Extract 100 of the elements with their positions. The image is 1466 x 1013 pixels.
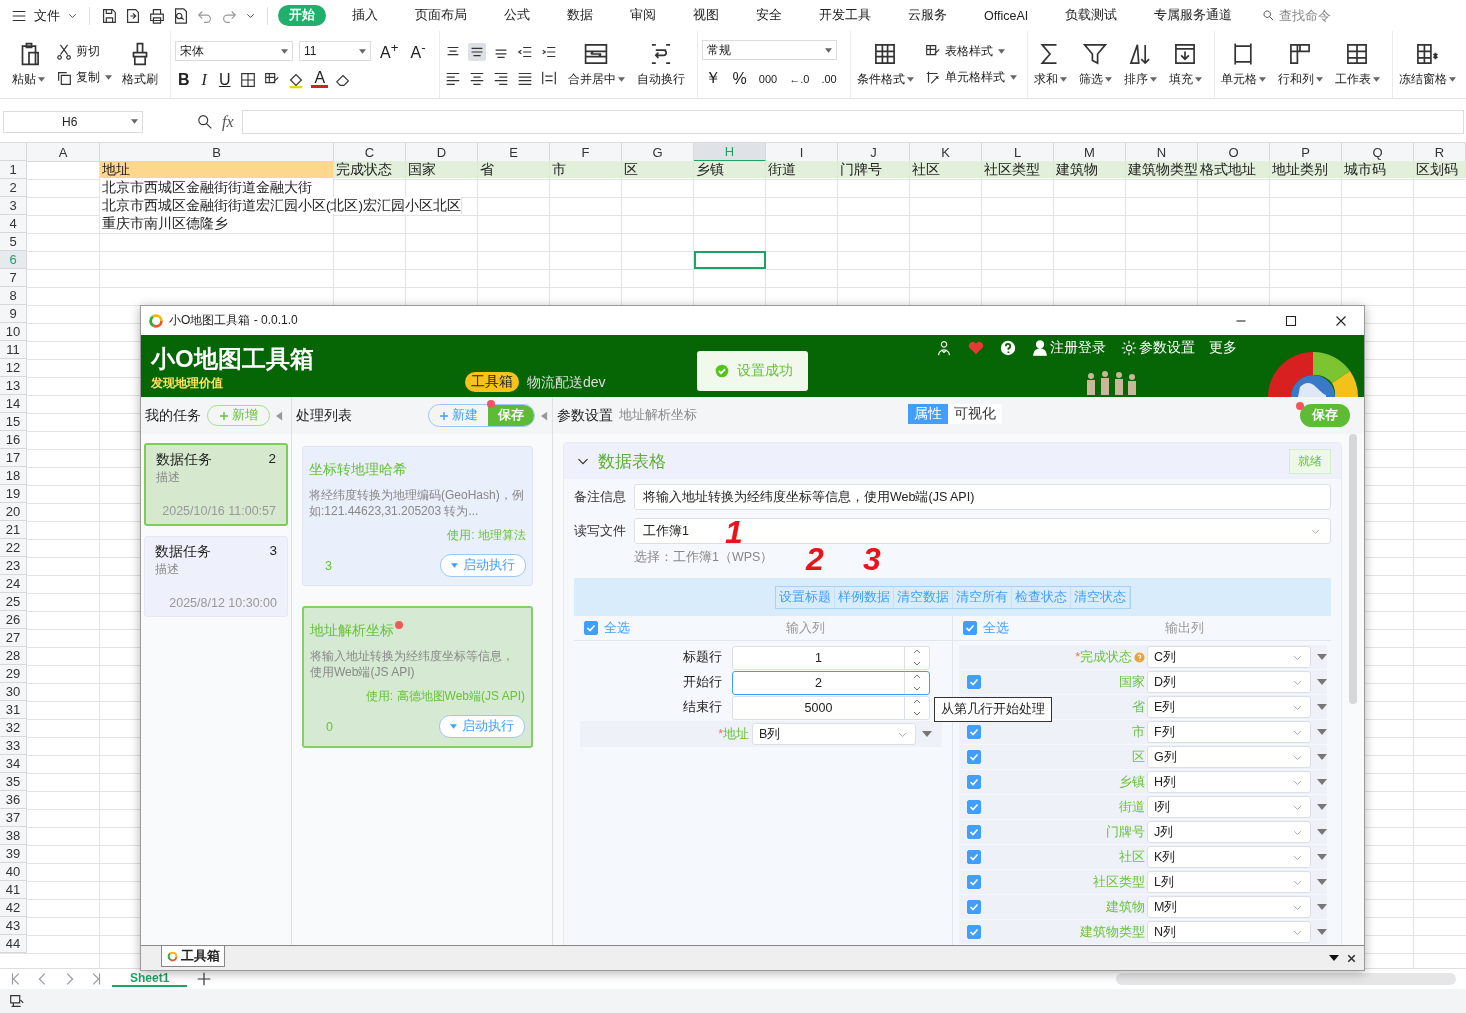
column-select[interactable]: D列	[1147, 671, 1311, 693]
column-select[interactable]: G列	[1147, 746, 1311, 768]
bold-button[interactable]: B	[175, 70, 193, 89]
ribbon-tab[interactable]: 云服务	[897, 5, 958, 26]
row-header[interactable]: 20	[0, 503, 27, 521]
help-icon[interactable]	[999, 339, 1017, 357]
row-header[interactable]: 2	[0, 179, 27, 197]
row-header[interactable]: 38	[0, 827, 27, 845]
filter-button[interactable]: 筛选	[1076, 39, 1114, 90]
caret-icon[interactable]	[105, 75, 112, 80]
row-header[interactable]: 5	[0, 233, 27, 251]
merge-center-button[interactable]: 合并居中	[565, 39, 627, 90]
column-select[interactable]: K列	[1147, 846, 1311, 868]
selected-cell[interactable]	[694, 251, 766, 269]
sum-button[interactable]: 求和	[1031, 39, 1069, 90]
row-header[interactable]: 34	[0, 755, 27, 773]
column-select[interactable]: M列	[1147, 896, 1311, 918]
checkbox[interactable]	[967, 850, 981, 864]
caret-icon[interactable]	[1009, 75, 1017, 80]
row-header[interactable]: 29	[0, 665, 27, 683]
caret-icon[interactable]	[906, 77, 914, 82]
row-header[interactable]: 16	[0, 431, 27, 449]
cell-button[interactable]: 单元格	[1218, 39, 1268, 90]
worksheet-button[interactable]: 工作表	[1332, 39, 1382, 90]
row-header[interactable]: 23	[0, 557, 27, 575]
checkbox[interactable]	[967, 925, 981, 939]
row-header[interactable]: 10	[0, 323, 27, 341]
file-menu[interactable]: 文件	[34, 6, 60, 25]
row-header[interactable]: 8	[0, 287, 27, 305]
caret-icon[interactable]	[1194, 77, 1202, 82]
italic-button[interactable]: I	[198, 70, 210, 89]
column-select[interactable]: C列	[1147, 646, 1311, 668]
caret-icon[interactable]	[1315, 77, 1323, 82]
row-header[interactable]: 44	[0, 935, 27, 953]
row-header[interactable]: 4	[0, 215, 27, 233]
freeze-panes-button[interactable]: 冻结窗格	[1396, 39, 1458, 90]
column-select[interactable]: H列	[1147, 771, 1311, 793]
paste-button[interactable]: 粘贴	[10, 39, 47, 90]
caret-icon[interactable]	[617, 77, 625, 82]
more-link[interactable]: 更多	[1209, 339, 1237, 357]
row-header[interactable]: 11	[0, 341, 27, 359]
function-button[interactable]: fx	[222, 112, 234, 131]
caret-icon[interactable]	[1258, 77, 1266, 82]
horizontal-scrollbar[interactable]	[1116, 973, 1456, 985]
number-field[interactable]: 5000	[732, 695, 930, 720]
row-header[interactable]: 31	[0, 701, 27, 719]
row-header[interactable]: 19	[0, 485, 27, 503]
row-header[interactable]: 39	[0, 845, 27, 863]
fill-button[interactable]: 填充	[1166, 39, 1204, 90]
caret-icon[interactable]	[38, 77, 45, 82]
checkbox[interactable]	[584, 621, 598, 635]
dropdown-icon[interactable]	[1329, 955, 1339, 961]
column-select[interactable]: J列	[1147, 821, 1311, 843]
name-box[interactable]: H6	[3, 110, 143, 133]
row-header[interactable]: 27	[0, 629, 27, 647]
wrap-text-button[interactable]: 自动换行	[634, 39, 687, 90]
save-icon[interactable]	[100, 6, 118, 25]
format-painter-button[interactable]: 格式刷	[120, 39, 160, 90]
copy-button[interactable]: 复制	[55, 68, 112, 87]
decrease-decimal-button[interactable]: .00	[818, 72, 840, 85]
note-field[interactable]: 将输入地址转换为经纬度坐标等信息，使用Web端(JS API)	[634, 484, 1331, 510]
checkbox[interactable]	[967, 775, 981, 789]
ribbon-tab[interactable]: OfficeAI	[973, 6, 1040, 25]
row-header[interactable]: 28	[0, 647, 27, 665]
currency-button[interactable]: ￥	[701, 68, 724, 89]
user-icon[interactable]	[935, 339, 953, 357]
align-icon[interactable]	[467, 42, 486, 61]
underline-button[interactable]: U	[215, 70, 234, 89]
column-select[interactable]: B列	[752, 723, 916, 745]
print-icon[interactable]	[148, 6, 166, 25]
caret-icon[interactable]	[359, 49, 366, 54]
ribbon-tab[interactable]: 视图	[682, 5, 730, 26]
caret-icon[interactable]	[1104, 77, 1112, 82]
number-format-select[interactable]: 常规	[701, 40, 837, 60]
row-header[interactable]: 13	[0, 377, 27, 395]
checkbox[interactable]	[967, 875, 981, 889]
row-header[interactable]: 25	[0, 593, 27, 611]
cut-button[interactable]: 剪切	[55, 42, 112, 61]
grow-font-button[interactable]: A$^{+}$	[377, 40, 402, 63]
row-header[interactable]: 9	[0, 305, 27, 323]
vertical-scrollbar[interactable]	[1349, 434, 1357, 704]
checkbox[interactable]	[967, 725, 981, 739]
checkbox[interactable]	[963, 621, 977, 635]
row-header[interactable]: 21	[0, 521, 27, 539]
collapse-icon[interactable]	[541, 410, 548, 421]
table-style-button[interactable]: 表格样式	[923, 42, 1017, 61]
view-tab[interactable]: 可视化	[948, 404, 1002, 424]
row-header[interactable]: 33	[0, 737, 27, 755]
ribbon-tab[interactable]: 数据	[556, 5, 604, 26]
sort-button[interactable]: 排序	[1121, 39, 1159, 90]
row-header[interactable]: 18	[0, 467, 27, 485]
caret-icon[interactable]	[1372, 77, 1380, 82]
task-card[interactable]: 数据任务 2 描述 2025/10/16 11:00:57	[144, 443, 288, 526]
caret-icon[interactable]	[1059, 77, 1067, 82]
caret-icon[interactable]	[824, 47, 832, 53]
number-field[interactable]: 1	[732, 645, 930, 670]
ribbon-tab[interactable]: 开发工具	[808, 5, 882, 26]
row-header[interactable]: 40	[0, 863, 27, 881]
ribbon-tab[interactable]: 专属服务通道	[1143, 5, 1244, 26]
status-icon[interactable]	[8, 992, 26, 1010]
